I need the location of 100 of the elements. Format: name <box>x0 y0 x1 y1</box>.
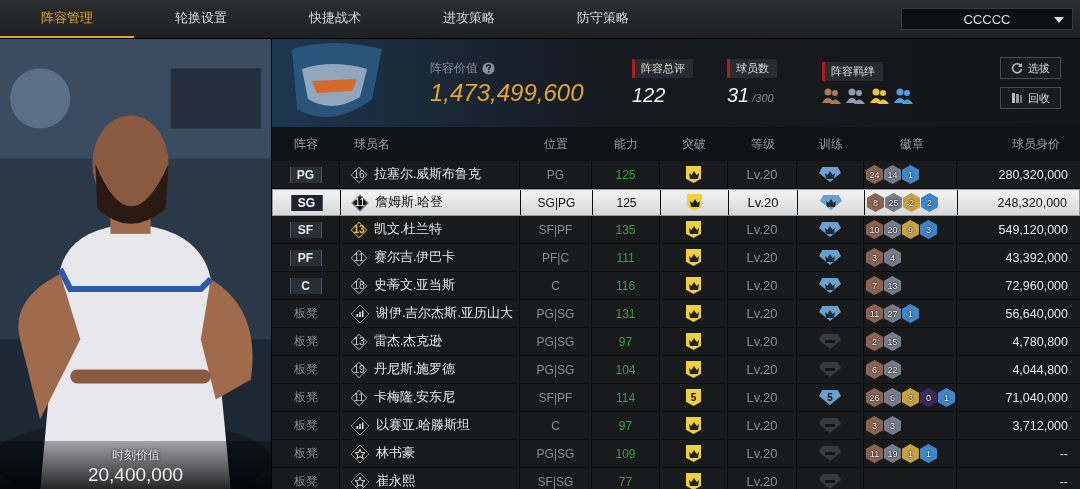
player-row[interactable]: 板凳 崔永熙 SF|SG 77 Lv.20 -- <box>272 468 1080 489</box>
people-icon[interactable] <box>870 86 890 105</box>
player-row[interactable]: SF 13 凯文.杜兰特 SF|PF 135 Lv.20 10 20 9 3 549,120,000 <box>272 216 1080 244</box>
badge-count: 0 <box>920 388 937 407</box>
stack-icon <box>1011 92 1023 104</box>
people-icon[interactable] <box>894 86 914 105</box>
moment-value: 20,400,000 <box>87 464 184 486</box>
badge-count: 14 <box>884 165 901 184</box>
level-cell: Lv.20 <box>728 440 797 467</box>
ability-cell: 104 <box>592 356 660 383</box>
column-header: 位置 <box>543 135 569 153</box>
position-cell: SF|SG <box>520 468 592 489</box>
jersey-number: 19 <box>350 360 368 379</box>
badge-count: 3 <box>866 416 883 435</box>
level-cell: Lv.20 <box>728 468 797 489</box>
column-header: 球员名 <box>353 135 391 153</box>
column-header: 突破 <box>681 135 707 153</box>
moment-value-label: 时刻价值 <box>111 447 160 464</box>
ability-cell: 111 <box>592 244 660 271</box>
position-cell: PG <box>520 161 592 188</box>
position-cell: C <box>520 272 592 299</box>
column-header: 球员身价 <box>1011 135 1061 153</box>
position-cell: SF|PF <box>520 216 592 243</box>
tab[interactable]: 进攻策略 <box>402 0 536 38</box>
level-cell: Lv.20 <box>728 216 797 243</box>
tab[interactable]: 防守策略 <box>536 0 670 38</box>
player-row[interactable]: 板凳 以赛亚.哈滕斯坦 C 97 Lv.20 3 3 3,712,000 <box>272 412 1080 440</box>
player-name: 卡梅隆.安东尼 <box>374 389 456 406</box>
refresh-icon <box>1011 62 1023 74</box>
draft-button[interactable]: 选拔 <box>1000 57 1061 79</box>
player-value: 4,044,800 <box>1011 361 1069 379</box>
player-name: 拉塞尔.威斯布鲁克 <box>374 166 482 183</box>
badge-count: 3 <box>884 416 901 435</box>
column-header: 训练 <box>817 135 844 153</box>
bench-label: 板凳 <box>293 417 318 434</box>
ability-cell: 77 <box>592 468 660 489</box>
player-value: 56,640,000 <box>1004 305 1069 323</box>
badge-count: 4 <box>884 248 901 267</box>
people-icon[interactable] <box>846 86 866 105</box>
ability-cell: 109 <box>592 440 660 467</box>
level-cell: Lv.20 <box>728 328 797 355</box>
player-row[interactable]: 板凳 13 雷杰.杰克逊 PG|SG 97 Lv.20 2 15 4,780,800 <box>272 328 1080 356</box>
position-cell: PG|SG <box>520 300 592 327</box>
badge-count: 1 <box>920 444 937 463</box>
ability-cell: 114 <box>592 384 660 411</box>
player-value: 248,320,000 <box>996 194 1068 212</box>
jersey-number: 11 <box>350 248 368 267</box>
player-value: 3,712,000 <box>1011 417 1069 435</box>
level-cell: Lv.20 <box>728 384 797 411</box>
lineup-value: 1,473,499,600 <box>430 78 585 107</box>
player-name: 谢伊.吉尔杰斯.亚历山大 <box>376 305 513 322</box>
bench-label: 板凳 <box>293 389 318 406</box>
position-cell: PF|C <box>520 244 592 271</box>
player-row[interactable]: PF 11 赛尔吉.伊巴卡 PF|C 111 Lv.20 3 4 43,392,000 <box>272 244 1080 272</box>
level-cell: Lv.20 <box>728 161 797 188</box>
player-row[interactable]: 板凳 林书豪 PG|SG 109 Lv.20 11 19 1 1 -- <box>272 440 1080 468</box>
slot-tag: SF <box>289 221 322 238</box>
slot-tag: PF <box>289 249 322 266</box>
tab[interactable]: 轮换设置 <box>134 0 268 38</box>
ability-cell: 116 <box>592 272 660 299</box>
badge-count: 6 <box>866 360 883 379</box>
player-row[interactable]: SG 11 詹姆斯.哈登 SG|PG 125 Lv.20 8 25 2 2 248,320,000 <box>272 189 1080 216</box>
jersey-number: 11 <box>350 388 368 407</box>
player-value: -- <box>1058 473 1069 489</box>
player-value: 71,040,000 <box>1004 389 1069 407</box>
player-row[interactable]: 板凳 谢伊.吉尔杰斯.亚历山大 PG|SG 131 Lv.20 11 27 1 56,640,000 <box>272 300 1080 328</box>
tab[interactable]: 快捷战术 <box>268 0 402 38</box>
player-row[interactable]: 板凳 11 卡梅隆.安东尼 SF|PF 114 5 Lv.20 5 26 6 3 0 1 71,040,000 <box>272 384 1080 412</box>
player-value: 549,120,000 <box>997 221 1069 239</box>
ability-cell: 125 <box>593 190 661 215</box>
position-cell: PG|SG <box>520 356 592 383</box>
badge-count: 15 <box>884 332 901 351</box>
player-name: 赛尔吉.伊巴卡 <box>374 249 456 266</box>
bench-label: 板凳 <box>293 445 318 462</box>
level-cell: Lv.20 <box>728 272 797 299</box>
badge-count: 11 <box>866 304 883 323</box>
position-cell: SF|PF <box>520 384 592 411</box>
stat-label: 阵容总评 <box>632 59 693 78</box>
player-name: 崔永熙 <box>376 473 415 489</box>
player-row[interactable]: 板凳 19 丹尼斯.施罗德 PG|SG 104 Lv.20 6 22 4,044,800 <box>272 356 1080 384</box>
slot-tag: C <box>289 277 322 294</box>
column-header: 徽章 <box>898 135 925 153</box>
team-select[interactable]: CCCCC <box>901 8 1073 30</box>
player-count-max: /300 <box>752 92 774 104</box>
help-icon[interactable] <box>482 61 495 75</box>
people-icon[interactable] <box>822 86 842 105</box>
badge-count: 26 <box>866 388 883 407</box>
player-value: 4,780,800 <box>1011 333 1069 351</box>
ability-cell: 97 <box>592 412 660 439</box>
recycle-button[interactable]: 回收 <box>1000 87 1061 109</box>
badge-count: 10 <box>866 220 883 239</box>
slot-tag: PG <box>289 166 322 183</box>
badge-count: 2 <box>921 193 938 212</box>
player-row[interactable]: C 18 史蒂文.亚当斯 C 116 Lv.20 7 13 72,960,000 <box>272 272 1080 300</box>
badge-count: 3 <box>920 220 937 239</box>
level-cell: Lv.20 <box>729 190 798 215</box>
jersey-number: 18 <box>350 276 368 295</box>
jersey-number: 13 <box>350 332 368 351</box>
badge-count: 19 <box>884 444 901 463</box>
badge-count: 1 <box>902 444 919 463</box>
